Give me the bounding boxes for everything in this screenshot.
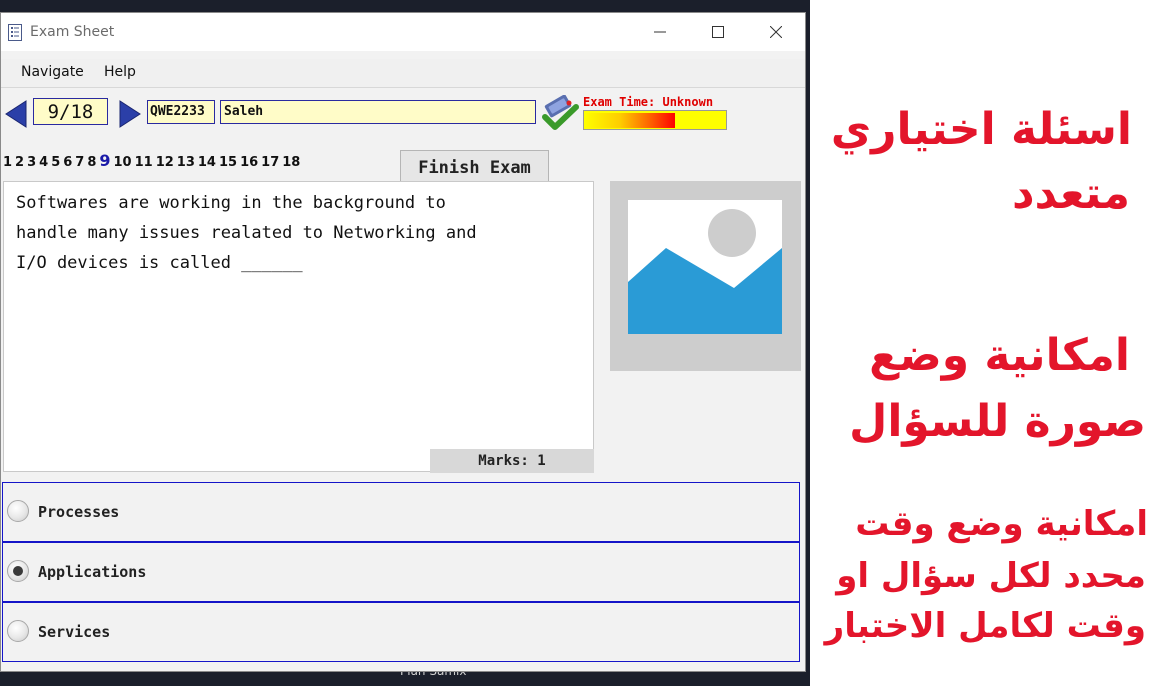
checklist-icon <box>8 24 22 41</box>
answer-options: Processes Applications Services <box>2 482 800 662</box>
question-panel: Softwares are working in the background … <box>3 181 594 472</box>
exam-time-progress-fill <box>584 113 675 128</box>
answer-radio[interactable] <box>7 620 29 642</box>
answer-option[interactable]: Services <box>2 602 800 662</box>
answer-radio[interactable] <box>7 560 29 582</box>
question-number-link[interactable]: 3 <box>27 155 36 170</box>
marks-label: Marks: 1 <box>430 449 594 473</box>
question-text: Softwares are working in the background … <box>16 193 477 273</box>
question-number-link[interactable]: 12 <box>156 155 174 170</box>
answer-label: Processes <box>38 503 120 521</box>
question-number-link[interactable]: 14 <box>198 155 216 170</box>
question-number-link[interactable]: 5 <box>51 155 60 170</box>
question-number-link[interactable]: 17 <box>261 155 279 170</box>
answer-radio[interactable] <box>7 500 29 522</box>
question-number-link[interactable]: 10 <box>114 155 132 170</box>
note-multiple-choice: اسئلة اختياري <box>830 104 1132 155</box>
close-button[interactable] <box>747 13 805 51</box>
question-number-link[interactable]: 7 <box>75 155 84 170</box>
maximize-button[interactable] <box>689 13 747 51</box>
answer-option[interactable]: Applications <box>2 542 800 602</box>
question-number-link[interactable]: 8 <box>87 155 96 170</box>
maximize-icon <box>712 26 724 38</box>
answer-label: Services <box>38 623 111 641</box>
exam-time-progress <box>583 110 727 130</box>
question-number-link[interactable]: 11 <box>135 155 153 170</box>
question-number-link[interactable]: 6 <box>63 155 72 170</box>
previous-question-icon[interactable] <box>4 99 30 129</box>
minimize-icon <box>654 31 666 33</box>
question-number-link[interactable]: 4 <box>39 155 48 170</box>
submit-answer-icon[interactable] <box>540 95 580 133</box>
exam-window: Exam Sheet Navigate Help 9/18 QWE2233 Sa… <box>0 12 806 672</box>
question-number-link[interactable]: 15 <box>219 155 237 170</box>
note-question-image: امكانية وضع <box>869 330 1130 381</box>
note-time-limit-3: وقت لكامل الاختبار <box>824 606 1146 646</box>
minimize-button[interactable] <box>631 13 689 51</box>
note-time-limit-2: محدد لكل سؤال او <box>836 556 1146 596</box>
question-number-link[interactable]: 16 <box>240 155 258 170</box>
answer-label: Applications <box>38 563 147 581</box>
menu-help[interactable]: Help <box>104 64 136 80</box>
question-image-panel <box>610 181 801 371</box>
close-icon <box>770 26 782 38</box>
note-question-image-2: صورة للسؤال <box>849 396 1146 447</box>
note-time-limit: امكانية وضع وقت <box>855 504 1148 544</box>
image-placeholder-icon <box>628 200 782 334</box>
side-annotations: اسئلة اختياري متعدد امكانية وضع صورة للس… <box>810 0 1160 686</box>
exam-toolbar: 9/18 QWE2233 Saleh Exam Time: Unknown 12… <box>1 95 805 187</box>
window-title: Exam Sheet <box>30 24 115 40</box>
question-counter: 9/18 <box>33 98 108 125</box>
radio-selected-dot <box>13 566 23 576</box>
question-number-link[interactable]: 1 <box>3 155 12 170</box>
student-name-field: Saleh <box>220 100 536 124</box>
question-number-link[interactable]: 18 <box>282 155 300 170</box>
exam-time-label: Exam Time: Unknown <box>583 95 714 109</box>
question-number-link[interactable]: 9 <box>99 151 110 170</box>
note-multiple-choice-2: متعدد <box>1011 168 1130 219</box>
menu-navigate[interactable]: Navigate <box>21 64 84 80</box>
answer-option[interactable]: Processes <box>2 482 800 542</box>
next-question-icon[interactable] <box>116 99 142 129</box>
question-number-link[interactable]: 13 <box>177 155 195 170</box>
student-id-field: QWE2233 <box>147 100 215 124</box>
question-number-nav: 1 2 3 4 5 6 7 8 9 10 11 12 13 14 15 16 17 18 <box>3 151 303 170</box>
menu-bar: Navigate Help <box>1 59 805 88</box>
question-number-link[interactable]: 2 <box>15 155 24 170</box>
title-bar[interactable]: Exam Sheet <box>1 13 805 51</box>
